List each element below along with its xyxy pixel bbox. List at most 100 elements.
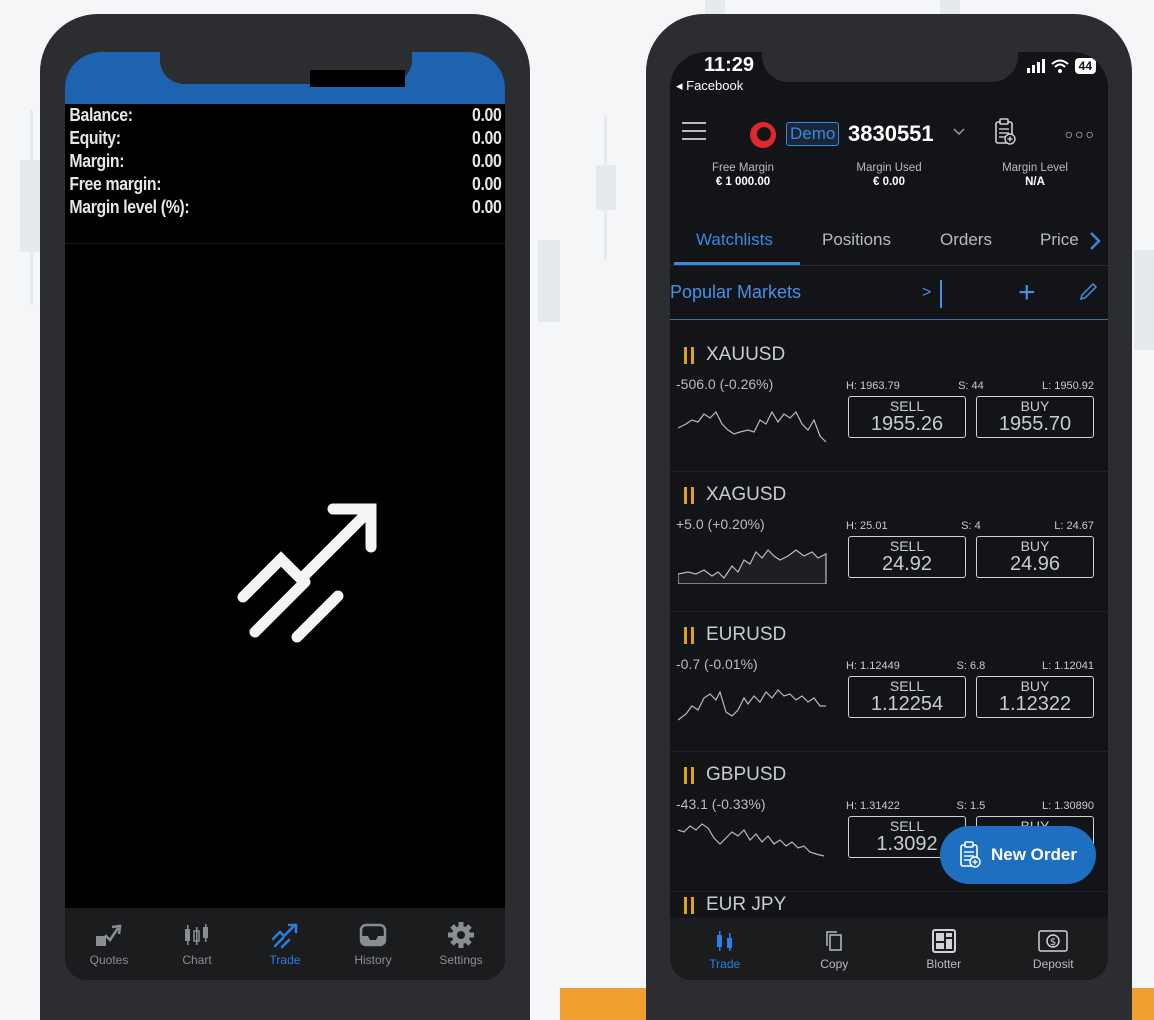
quote-symbol: XAUUSD (684, 344, 785, 366)
sell-button[interactable]: SELL 24.92 (848, 536, 966, 578)
account-number[interactable]: 3830551 (848, 121, 934, 147)
hamburger-menu-icon[interactable] (682, 122, 706, 140)
notch (762, 52, 1018, 82)
equity-value: 0.00 (472, 128, 502, 148)
quote-change: -0.7 (-0.01%) (676, 656, 758, 672)
sell-price: 24.92 (881, 553, 933, 575)
pause-icon (684, 346, 694, 364)
tab-chart-label: Chart (182, 953, 212, 967)
tab-blotter[interactable]: Blotter (899, 928, 989, 980)
quote-stats: H: 1.12449 S: 6.8 L: 1.12041 (846, 660, 1094, 672)
tab-positions[interactable]: Positions (822, 230, 891, 250)
balance-row: Balance: 0.00 (65, 104, 505, 127)
tab-copy[interactable]: Copy (789, 928, 879, 980)
margin-value: 0.00 (472, 151, 502, 171)
clipboard-add-icon[interactable] (994, 118, 1016, 146)
symbol-text: XAGUSD (706, 484, 787, 505)
buy-button[interactable]: BUY 1955.70 (976, 396, 1094, 438)
sparkline (678, 549, 827, 584)
tab-chart[interactable]: Chart (157, 920, 237, 967)
quote-spread: S: 44 (958, 380, 984, 392)
buy-label: BUY (1020, 538, 1050, 554)
margin-level-label: Margin level (%): (69, 197, 190, 217)
mt-screen: Balance: 0.00 Equity: 0.00 Margin: 0.00 … (65, 52, 505, 980)
sparkline (678, 823, 825, 857)
quote-low: L: 1.12041 (1041, 660, 1094, 672)
tab-trade[interactable]: Trade (680, 928, 770, 980)
quote-change: -506.0 (-0.26%) (676, 376, 774, 392)
trade-icon (271, 923, 298, 949)
balance-value: 0.00 (472, 105, 502, 125)
symbol-text: GBPUSD (706, 764, 787, 785)
buy-label: BUY (1020, 398, 1050, 414)
more-options-icon[interactable]: ○○○ (1065, 126, 1096, 142)
back-to-app-link[interactable]: ◂ Facebook (676, 78, 743, 94)
tab-settings-label: Settings (439, 953, 483, 967)
pause-icon (684, 896, 694, 914)
buy-button[interactable]: BUY 24.96 (976, 536, 1094, 578)
margin-level-value: N/A (1025, 176, 1045, 188)
equity-row: Equity: 0.00 (65, 127, 505, 150)
margin-used: Margin Used € 0.00 (816, 162, 962, 206)
free-margin-label: Free margin: (69, 174, 162, 194)
chevron-down-icon[interactable] (952, 124, 966, 138)
margin-level-label: Margin Level (1002, 162, 1068, 174)
margin-strip: Free Margin € 1 000.00 Margin Used € 0.0… (670, 162, 1108, 206)
free-margin-value: € 1 000.00 (715, 176, 771, 188)
tab-trade[interactable]: Trade (245, 920, 325, 967)
tab-trade-label: Trade (269, 953, 301, 967)
wifi-icon (1050, 59, 1069, 73)
add-watchlist-button[interactable]: + (1018, 276, 1036, 310)
tab-watchlists[interactable]: Watchlists (696, 230, 773, 250)
account-summary: Balance: 0.00 Equity: 0.00 Margin: 0.00 … (65, 104, 505, 244)
quote-row[interactable]: XAGUSD +5.0 (+0.20%) H: 25.01 S: 4 L: 24.6… (670, 472, 1108, 612)
tab-price[interactable]: Price (1040, 230, 1079, 250)
watchlist-name[interactable]: Popular Markets (670, 282, 801, 303)
quote-row[interactable]: XAUUSD -506.0 (-0.26%) H: 1963.79 S: 44 L:… (670, 332, 1108, 472)
history-icon (359, 923, 387, 947)
sell-button[interactable]: SELL 1955.26 (848, 396, 966, 438)
tab-quotes[interactable]: Quotes (69, 920, 149, 967)
chevron-right-icon[interactable] (1088, 230, 1102, 252)
watchlist-next-button[interactable]: > (922, 284, 931, 302)
blotter-icon (931, 929, 956, 953)
bg-wick (30, 110, 33, 305)
quote-symbol: EURUSD (684, 624, 786, 646)
tab-settings[interactable]: Settings (421, 920, 501, 967)
new-order-label: New Order (991, 845, 1077, 864)
margin-level-value: 0.00 (472, 197, 502, 217)
pencil-icon[interactable] (1078, 282, 1098, 302)
buy-price: 24.96 (1009, 553, 1061, 575)
quote-low: L: 1.30890 (1041, 800, 1094, 812)
bg-candle (538, 240, 560, 322)
tab-history-label: History (354, 953, 392, 967)
tab-copy-label: Copy (820, 957, 849, 971)
broker-app-screen: 11:29 ◂ Facebook 44 Demo 3830551 ○○○ Fre… (670, 52, 1108, 980)
quote-low: L: 1950.92 (1041, 380, 1094, 392)
status-time: 11:29 (704, 54, 755, 76)
balance-label: Balance: (69, 105, 133, 125)
sell-price: 1.12254 (870, 693, 944, 715)
new-order-button[interactable]: New Order (940, 826, 1096, 884)
pause-icon (684, 766, 694, 784)
quote-high: H: 25.01 (846, 520, 888, 532)
candles-icon (716, 931, 732, 951)
active-tab-indicator (674, 262, 800, 265)
margin-label: Margin: (69, 151, 125, 171)
symbol-text: XAUUSD (706, 344, 786, 365)
margin-level-row: Margin level (%): 0.00 (65, 196, 505, 219)
tab-history[interactable]: History (333, 920, 413, 967)
sparkline (678, 689, 826, 721)
quote-row[interactable]: EURUSD -0.7 (-0.01%) H: 1.12449 S: 6.8 L: … (670, 612, 1108, 752)
margin-used-value: € 0.00 (873, 176, 905, 188)
sell-button[interactable]: SELL 1.12254 (848, 676, 966, 718)
quote-symbol: GBPUSD (684, 764, 786, 786)
pause-icon (684, 486, 694, 504)
tab-deposit[interactable]: $ Deposit (1008, 928, 1098, 980)
pause-icon (684, 626, 694, 644)
signal-icon (1026, 59, 1045, 73)
buy-button[interactable]: BUY 1.12322 (976, 676, 1094, 718)
tab-orders[interactable]: Orders (940, 230, 992, 250)
sell-label: SELL (889, 678, 925, 694)
sell-label: SELL (889, 818, 925, 834)
